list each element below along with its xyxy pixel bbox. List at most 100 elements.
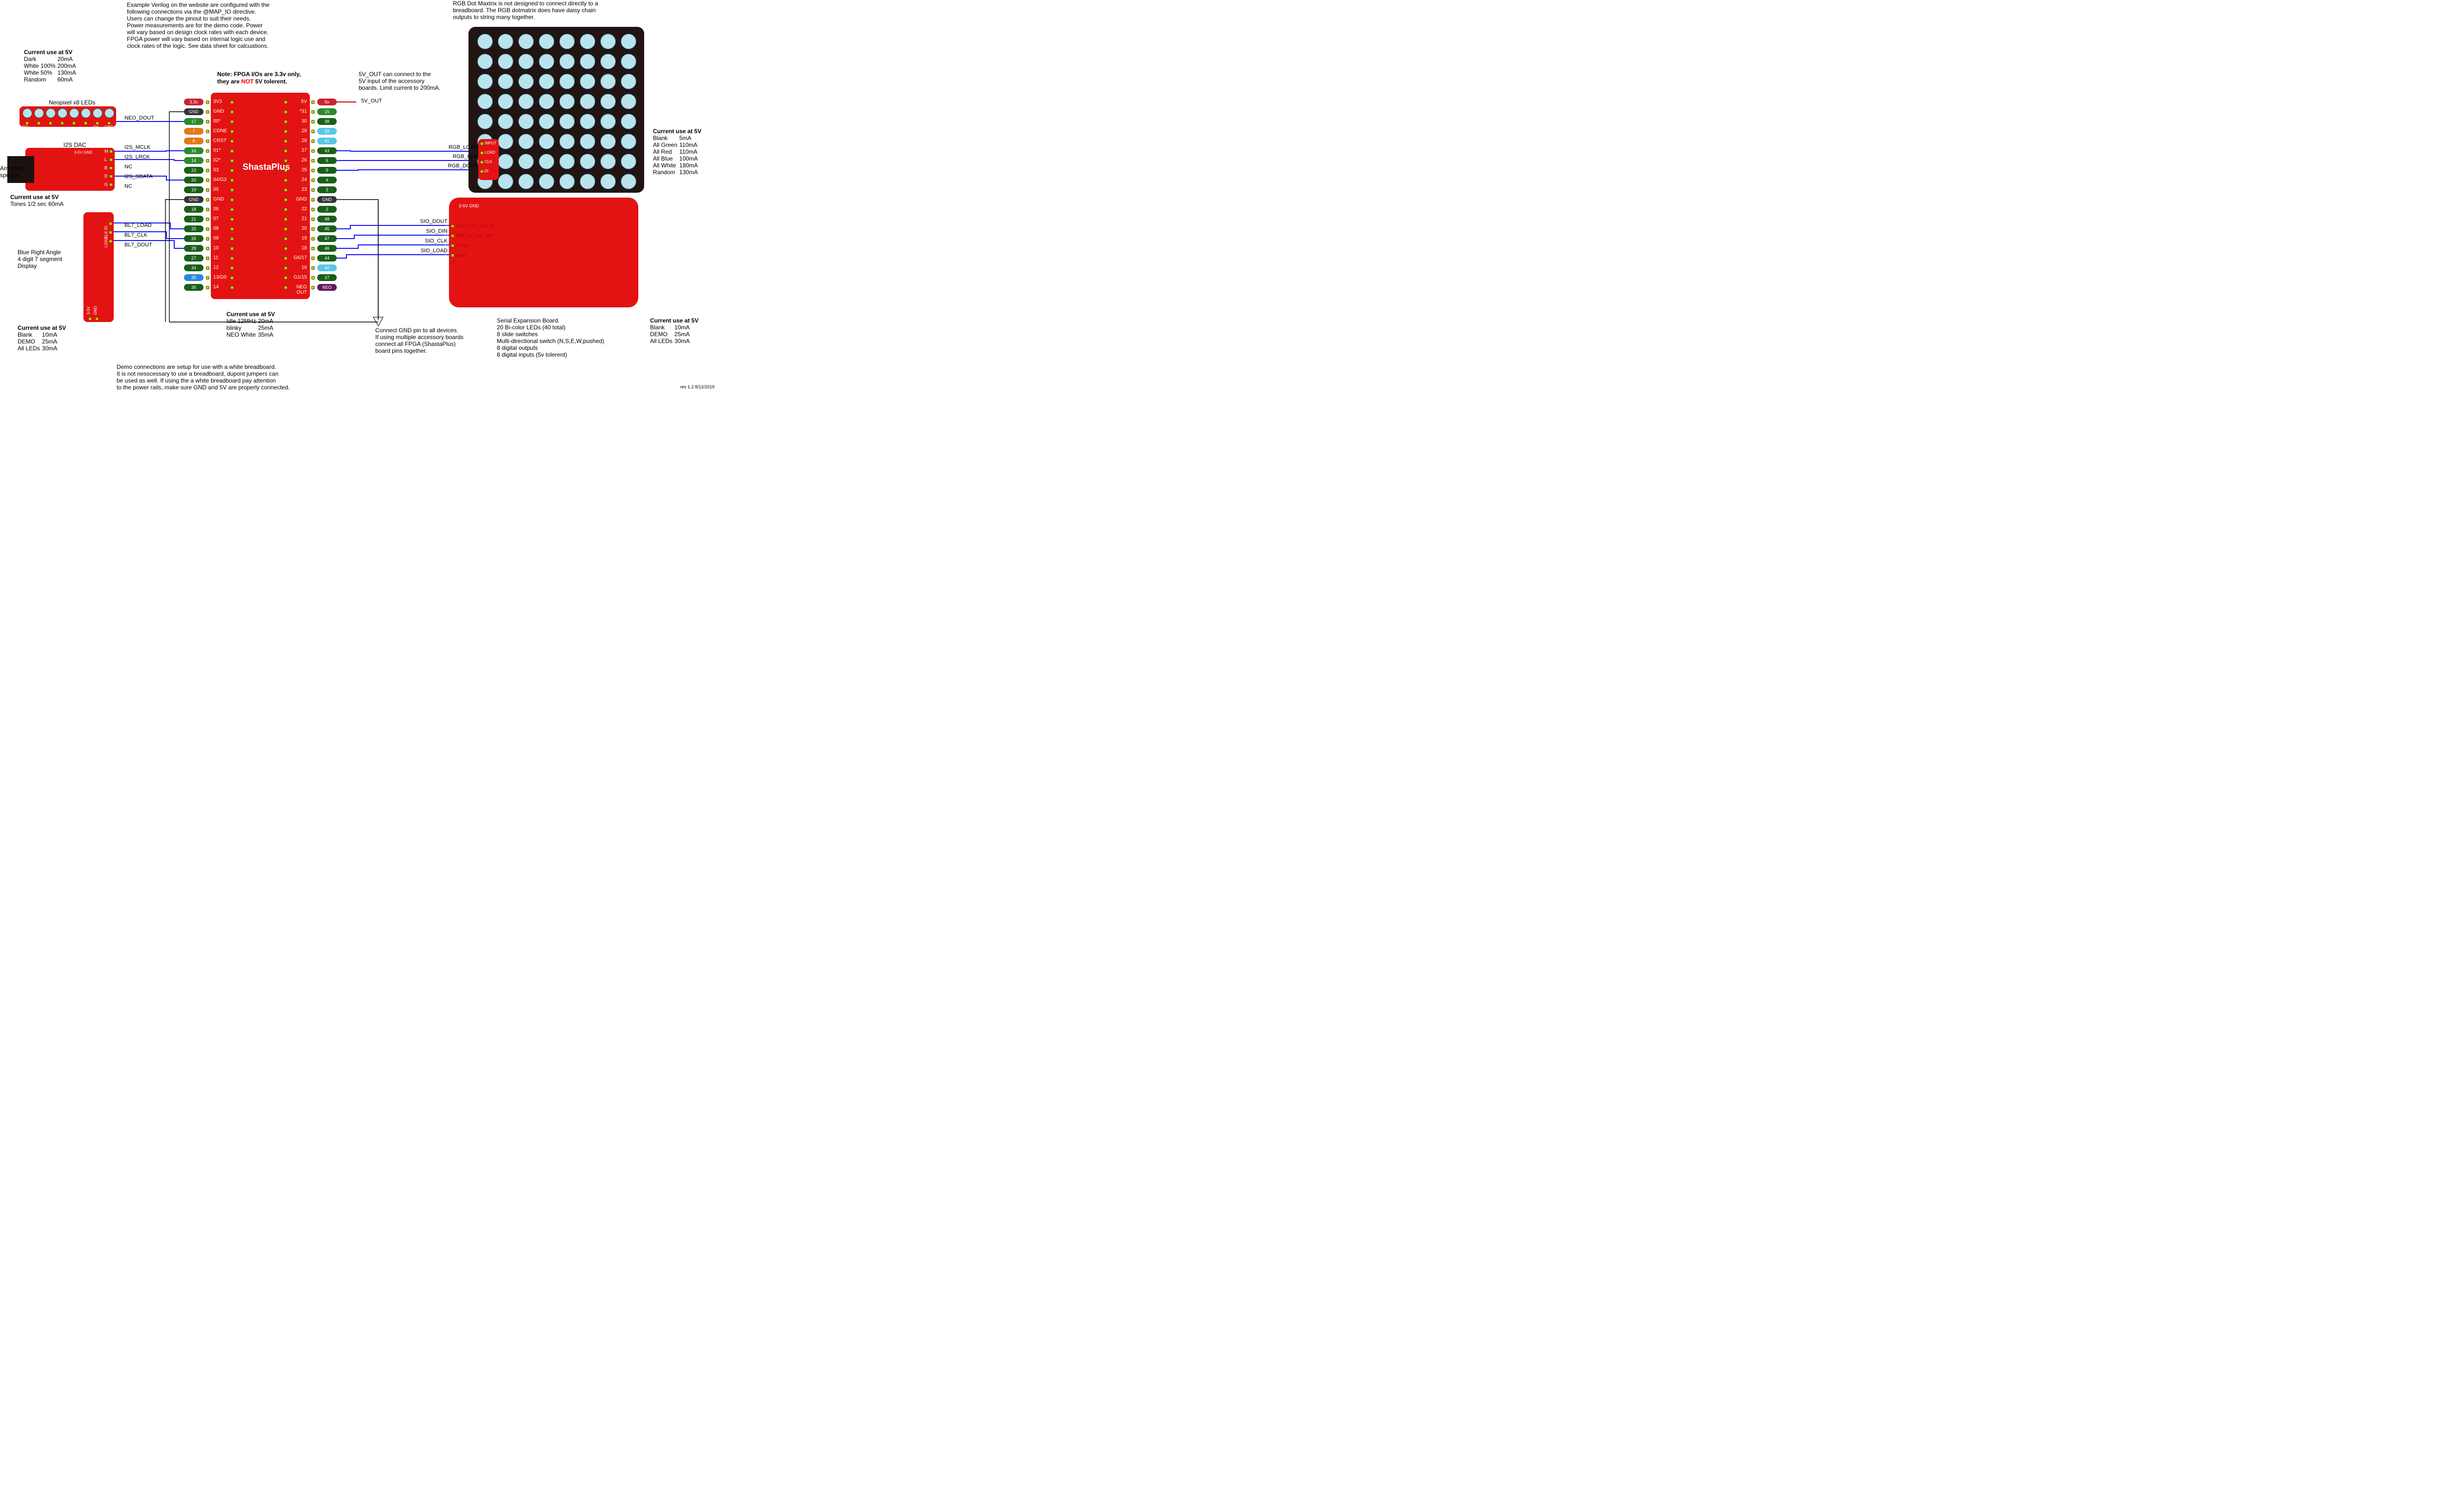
matrix-led: [580, 174, 595, 189]
sio-board: 3-5V GNDIMST_OUT_SLV_INOMST_IN_SLV_OUTCC…: [449, 198, 638, 307]
signal-label-RGB_CLK: RGB_CLK: [405, 154, 478, 160]
neo-pin-hole: [107, 121, 111, 125]
pin-inner-hole-right: [284, 237, 287, 241]
i2s-pin-label: L: [104, 157, 107, 162]
sio-pin-func: MST_OUT_SLV_IN: [456, 223, 494, 228]
matrix-led: [518, 34, 534, 49]
pin-hole-left: [206, 101, 209, 104]
matrix-led: [559, 134, 575, 149]
neo-led: [22, 108, 32, 118]
pin-label-left: 14: [213, 284, 219, 290]
pin-label-left: 12: [213, 265, 219, 270]
pin-label-left: GND: [213, 109, 224, 114]
pin-pad-left: 3.3v: [184, 99, 203, 105]
rgb-hdr-hole: [480, 170, 484, 173]
signal-label-RGB_DOUT: RGB_DOUT: [405, 163, 478, 169]
pin-inner-hole-left: [230, 208, 234, 211]
pin-pad-right: 41: [317, 138, 337, 144]
neo-led: [58, 108, 67, 118]
pin-pad-left: GND: [184, 196, 203, 203]
signal-label-SIO_DIN: SIO_DIN: [374, 228, 447, 234]
pin-hole-right: [311, 140, 315, 143]
pin-pad-right: 45: [317, 225, 337, 232]
pin-label-right: 19: [286, 236, 307, 241]
neo-pin-hole: [37, 121, 41, 125]
pin-pad-left: 36: [184, 284, 203, 291]
pin-inner-hole-left: [230, 149, 234, 153]
pin-hole-right: [311, 198, 315, 202]
matrix-led: [518, 154, 534, 169]
pin-inner-hole-left: [230, 120, 234, 123]
signal-label-SIO_LOAD: SIO_LOAD: [374, 248, 447, 254]
neo-pin-hole: [96, 121, 99, 125]
pin-pad-right: 46: [317, 245, 337, 252]
matrix-led: [539, 174, 554, 189]
pin-hole-right: [311, 237, 315, 241]
pin-inner-hole-left: [230, 266, 234, 270]
pin-pad-right: 15: [317, 108, 337, 115]
seg-pwr-label: GND: [93, 306, 98, 315]
rgb-hdr-label: DI: [485, 169, 488, 173]
matrix-led: [621, 154, 636, 169]
pin-label-left: 02*: [213, 158, 221, 163]
pin-inner-hole-left: [230, 286, 234, 289]
pin-hole-left: [206, 130, 209, 133]
pin-pad-left: 35: [184, 274, 203, 281]
pin-hole-left: [206, 198, 209, 202]
matrix-led: [477, 94, 493, 109]
matrix-led: [477, 74, 493, 89]
seg-pin-hole: [109, 240, 112, 243]
i2s-pwr: 3-5V GND: [74, 150, 92, 155]
pin-hole-left: [206, 159, 209, 162]
i2s-pin-label: G: [104, 182, 108, 187]
pin-pad-left: 26: [184, 235, 203, 242]
pin-hole-right: [311, 266, 315, 270]
matrix-led: [518, 54, 534, 69]
pin-inner-hole-right: [284, 257, 287, 260]
matrix-led: [580, 74, 595, 89]
matrix-led: [559, 154, 575, 169]
neo-led: [93, 108, 102, 118]
pin-inner-hole-right: [284, 208, 287, 211]
matrix-led: [539, 54, 554, 69]
seg-pin-label: CLK: [104, 231, 108, 239]
matrix-led: [518, 174, 534, 189]
i2s-pin-hole: [109, 150, 113, 153]
pin-inner-hole-right: [284, 188, 287, 192]
amp-spk-label: Amplified speaker: [0, 165, 29, 179]
pin-pad-right: 4: [317, 177, 337, 183]
neo-pin-hole: [61, 121, 64, 125]
signal-label-NC1: NC: [124, 164, 178, 170]
neo-board: DO5VGNDDI: [20, 106, 116, 127]
pin-label-left: GND: [213, 197, 224, 202]
matrix-led: [539, 34, 554, 49]
signal-label-BL7_DOUT: BL7_DOUT: [124, 242, 178, 248]
matrix-led: [600, 134, 616, 149]
matrix-led: [518, 74, 534, 89]
matrix-led: [498, 114, 513, 129]
i2s-pin-label: B: [104, 165, 107, 170]
matrix-led: [600, 54, 616, 69]
matrix-led: [621, 34, 636, 49]
pin-hole-right: [311, 257, 315, 260]
signal-label-NEO_DOUT: NEO_DOUT: [124, 115, 178, 121]
signal-label-NC2: NC: [124, 183, 178, 189]
signal-label-I2S_LRCK: I2S_LRCK: [124, 154, 178, 160]
pin-inner-hole-left: [230, 101, 234, 104]
pin-label-right: 20: [286, 226, 307, 231]
pin-label-right: G6/17: [286, 255, 307, 261]
matrix-led: [621, 174, 636, 189]
pin-hole-left: [206, 237, 209, 241]
pin-inner-hole-left: [230, 130, 234, 133]
sio-pin-hole: [451, 244, 454, 247]
pin-inner-hole-left: [230, 188, 234, 192]
pin-pad-left: 7: [184, 128, 203, 135]
pin-pad-left: 25: [184, 225, 203, 232]
pin-pad-left: 20: [184, 177, 203, 183]
matrix-led: [559, 54, 575, 69]
pin-hole-left: [206, 188, 209, 192]
rgb-hdr-label: CLK: [485, 160, 492, 164]
pin-inner-hole-right: [284, 140, 287, 143]
pin-inner-hole-left: [230, 218, 234, 221]
seg-pin-hole: [109, 222, 112, 225]
